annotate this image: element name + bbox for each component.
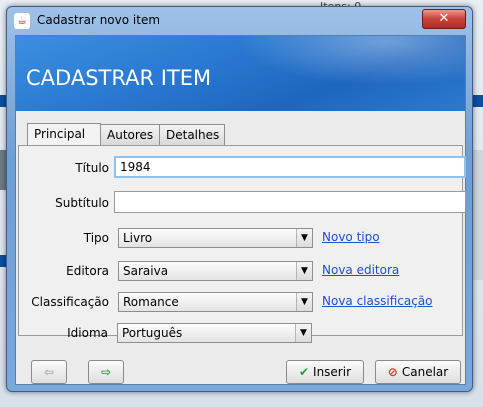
titulo-field[interactable] xyxy=(114,156,466,178)
tab-autores[interactable]: Autores xyxy=(100,124,160,145)
chevron-down-icon[interactable]: ▼ xyxy=(295,324,311,342)
java-app-icon: ☕ xyxy=(14,13,30,29)
banner-gloss xyxy=(236,36,465,86)
nova-editora-link[interactable]: Nova editora xyxy=(322,263,399,277)
cancel-icon: ⊘ xyxy=(387,365,398,379)
arrow-left-icon: ⇦ xyxy=(43,365,55,379)
tipo-label: Tipo xyxy=(83,231,109,245)
close-icon: ✕ xyxy=(438,11,450,26)
classificacao-selected-value: Romance xyxy=(123,295,179,309)
classificacao-select[interactable]: Romance ▼ xyxy=(118,292,313,312)
check-icon: ✔ xyxy=(298,365,310,379)
insert-button[interactable]: ✔ Inserir xyxy=(286,360,364,384)
novo-tipo-link[interactable]: Novo tipo xyxy=(322,230,380,244)
tab-principal[interactable]: Principal xyxy=(27,123,101,146)
chevron-down-icon[interactable]: ▼ xyxy=(296,229,312,247)
subtitulo-field[interactable] xyxy=(114,191,466,213)
window-title: Cadastrar novo item xyxy=(37,13,161,27)
idioma-select[interactable]: Português ▼ xyxy=(117,323,312,343)
cancel-button[interactable]: ⊘ Canelar xyxy=(375,360,461,384)
chevron-down-icon[interactable]: ▼ xyxy=(296,293,312,311)
editora-select[interactable]: Saraiva ▼ xyxy=(118,261,313,281)
tab-detalhes[interactable]: Detalhes xyxy=(159,124,225,145)
titulo-label: Título xyxy=(75,161,109,175)
page-title: CADASTRAR ITEM xyxy=(26,66,212,90)
editora-selected-value: Saraiva xyxy=(123,264,169,278)
arrow-right-icon: ⇨ xyxy=(100,365,112,379)
previous-tab-button[interactable]: ⇦ xyxy=(31,360,67,384)
chevron-down-icon[interactable]: ▼ xyxy=(296,262,312,280)
idioma-label: Idioma xyxy=(67,326,108,340)
header-banner: CADASTRAR ITEM xyxy=(16,36,465,111)
next-tab-button[interactable]: ⇨ xyxy=(88,360,124,384)
idioma-selected-value: Português xyxy=(122,326,183,340)
cadastrar-dialog: ☕ Cadastrar novo item ✕ CADASTRAR ITEM P… xyxy=(6,6,473,392)
close-button[interactable]: ✕ xyxy=(422,9,466,29)
dialog-content: CADASTRAR ITEM Principal Autores Detalhe… xyxy=(15,35,466,385)
subtitulo-label: Subtítulo xyxy=(55,196,109,210)
tab-panel-principal: Título Subtítulo Tipo Livro ▼ Novo tipo … xyxy=(18,145,466,336)
cancel-label: Canelar xyxy=(401,365,449,379)
editora-label: Editora xyxy=(66,264,109,278)
tipo-select[interactable]: Livro ▼ xyxy=(118,228,313,248)
insert-label: Inserir xyxy=(313,365,352,379)
classificacao-label: Classificação xyxy=(31,295,109,309)
nova-classificacao-link[interactable]: Nova classificação xyxy=(322,294,433,308)
title-bar[interactable]: ☕ Cadastrar novo item ✕ xyxy=(7,7,472,35)
tipo-selected-value: Livro xyxy=(123,231,153,245)
